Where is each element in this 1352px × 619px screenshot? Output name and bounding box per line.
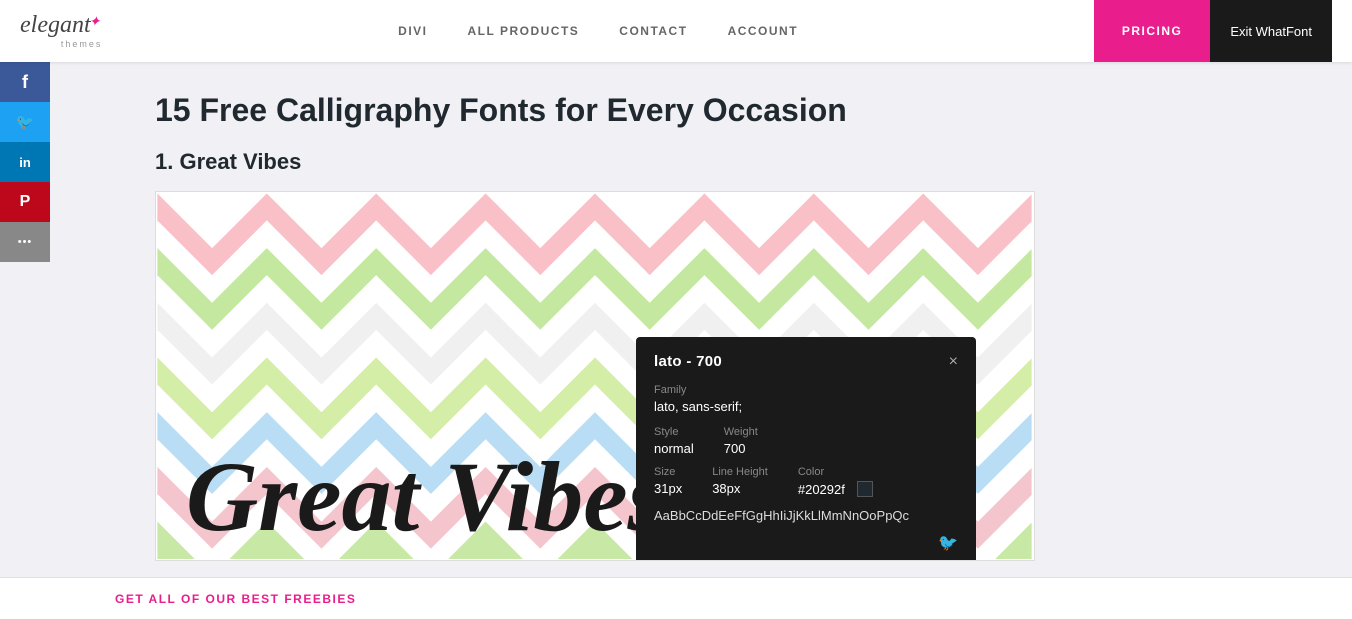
main-nav: DIVI ALL PRODUCTS CONTACT ACCOUNT <box>398 24 798 38</box>
page-title: 15 Free Calligraphy Fonts for Every Occa… <box>155 92 1312 129</box>
header: elegant✦ themes DIVI ALL PRODUCTS CONTAC… <box>0 0 1352 62</box>
color-swatch <box>857 481 873 497</box>
popup-lineheight-value: 38px <box>712 481 768 496</box>
pinterest-icon: P <box>20 193 31 211</box>
popup-style-label: Style <box>654 426 694 438</box>
popup-family-section: Family lato, sans-serif; <box>654 384 958 414</box>
popup-header: lato - 700 × <box>654 353 958 370</box>
bottom-bar: GET ALL OF OUR BEST FREEBIES <box>0 577 1352 619</box>
popup-weight-label: Weight <box>724 426 758 438</box>
logo-subtext: themes <box>20 39 102 49</box>
popup-title: lato - 700 <box>654 353 722 370</box>
whatfont-popup: lato - 700 × Family lato, sans-serif; St… <box>636 337 976 561</box>
popup-size-color-row: Size 31px Line Height 38px Color #20292f <box>654 466 958 497</box>
popup-style-col: Style normal <box>654 426 694 456</box>
exit-whatfont-button[interactable]: Exit WhatFont <box>1210 0 1332 62</box>
social-linkedin-button[interactable]: in <box>0 142 50 182</box>
popup-color-value: #20292f <box>798 482 845 497</box>
social-sidebar: f 🐦 in P ••• <box>0 62 50 262</box>
popup-weight-col: Weight 700 <box>724 426 758 456</box>
popup-color-label: Color <box>798 466 873 478</box>
social-pinterest-button[interactable]: P <box>0 182 50 222</box>
popup-lineheight-label: Line Height <box>712 466 768 478</box>
nav-account[interactable]: ACCOUNT <box>728 24 799 38</box>
popup-size-label: Size <box>654 466 682 478</box>
facebook-icon: f <box>22 72 28 93</box>
popup-weight-value: 700 <box>724 441 758 456</box>
popup-alphabet: AaBbCcDdEeFfGgHhIiJjKkLlMmNnOoPpQc <box>654 507 958 525</box>
twitter-share-icon[interactable]: 🐦 <box>938 533 958 553</box>
popup-family-label: Family <box>654 384 958 396</box>
social-more-button[interactable]: ••• <box>0 222 50 262</box>
popup-footer: 🐦 <box>654 533 958 553</box>
nav-all-products[interactable]: ALL PRODUCTS <box>468 24 580 38</box>
popup-close-button[interactable]: × <box>949 354 958 370</box>
popup-family-value: lato, sans-serif; <box>654 399 958 414</box>
section-1-heading: 1. Great Vibes <box>155 149 1312 175</box>
header-right: PRICING Exit WhatFont <box>1094 0 1332 62</box>
more-icon: ••• <box>18 236 33 248</box>
nav-divi[interactable]: DIVI <box>398 24 427 38</box>
nav-contact[interactable]: CONTACT <box>619 24 687 38</box>
logo-text: elegant✦ <box>20 12 102 37</box>
content-area: 15 Free Calligraphy Fonts for Every Occa… <box>115 62 1352 591</box>
social-facebook-button[interactable]: f <box>0 62 50 102</box>
popup-style-value: normal <box>654 441 694 456</box>
logo-star-icon: ✦ <box>89 13 101 29</box>
great-vibes-text: Great Vibes <box>186 440 667 550</box>
font-preview-container: Great Vibes lato - 700 × Family lato, sa… <box>155 191 1035 561</box>
logo[interactable]: elegant✦ themes <box>20 13 102 49</box>
popup-style-weight-row: Style normal Weight 700 <box>654 426 958 456</box>
pricing-button[interactable]: PRICING <box>1094 0 1211 62</box>
twitter-icon: 🐦 <box>16 113 35 131</box>
popup-size-value: 31px <box>654 481 682 496</box>
freebies-link[interactable]: GET ALL OF OUR BEST FREEBIES <box>115 592 356 606</box>
social-twitter-button[interactable]: 🐦 <box>0 102 50 142</box>
popup-color-col: Color #20292f <box>798 466 873 497</box>
popup-size-col: Size 31px <box>654 466 682 497</box>
linkedin-icon: in <box>19 155 31 170</box>
popup-lineheight-col: Line Height 38px <box>712 466 768 497</box>
